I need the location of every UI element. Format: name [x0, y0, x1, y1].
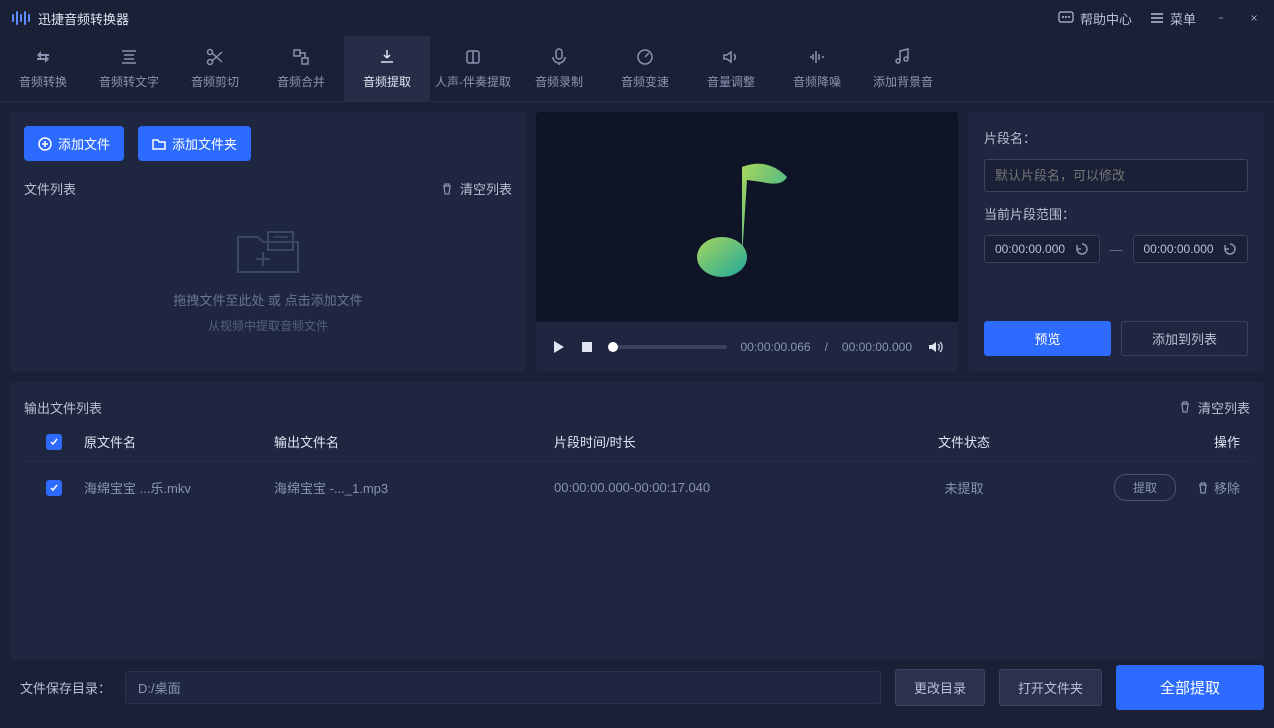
- preview-area: [536, 112, 958, 322]
- row-source-name: 海绵宝宝 ...乐.mkv: [84, 478, 274, 497]
- reset-icon[interactable]: [1223, 242, 1237, 256]
- menu-button[interactable]: 菜单: [1150, 9, 1196, 28]
- app-logo-icon: [12, 11, 30, 25]
- trash-icon: [1196, 481, 1210, 495]
- output-dir-input[interactable]: [125, 671, 881, 704]
- nav-volume-adjust[interactable]: 音量调整: [688, 36, 774, 102]
- hamburger-icon: [1150, 11, 1164, 25]
- scissors-icon: [205, 47, 225, 67]
- select-all-checkbox[interactable]: [46, 434, 62, 450]
- merge-icon: [291, 47, 311, 67]
- nav-audio-convert[interactable]: 音频转换: [0, 36, 86, 102]
- nav-add-bgm[interactable]: 添加背景音: [860, 36, 946, 102]
- open-folder-button[interactable]: 打开文件夹: [999, 669, 1102, 706]
- current-time: 00:00:00.066: [741, 340, 811, 354]
- range-end-input[interactable]: 00:00:00.000: [1133, 235, 1249, 263]
- nav-noise-reduce[interactable]: 音频降噪: [774, 36, 860, 102]
- clear-file-list-button[interactable]: 清空列表: [440, 179, 512, 198]
- row-segment-time: 00:00:00.000-00:00:17.040: [554, 480, 894, 495]
- plus-circle-icon: [38, 137, 52, 151]
- reset-icon[interactable]: [1075, 242, 1089, 256]
- row-extract-button[interactable]: 提取: [1114, 474, 1176, 501]
- file-dropzone[interactable]: 拖拽文件至此处 或 点击添加文件 从视频中提取音频文件: [24, 198, 512, 358]
- segment-name-label: 片段名：: [984, 128, 1248, 147]
- titlebar: 迅捷音频转换器 帮助中心 菜单: [0, 0, 1274, 36]
- nav-audio-speed[interactable]: 音频变速: [602, 36, 688, 102]
- add-file-button[interactable]: 添加文件: [24, 126, 124, 161]
- trash-icon: [1178, 400, 1192, 414]
- file-list-title: 文件列表: [24, 179, 76, 198]
- segment-panel: 片段名： 当前片段范围： 00:00:00.000 — 00:00:00.000…: [968, 112, 1264, 372]
- add-to-list-button[interactable]: 添加到列表: [1121, 321, 1248, 356]
- convert-icon: [33, 47, 53, 67]
- output-table-header: 原文件名 输出文件名 片段时间/时长 文件状态 操作: [24, 422, 1250, 462]
- dropzone-sub: 从视频中提取音频文件: [208, 317, 328, 334]
- nav-audio-extract[interactable]: 音频提取: [344, 36, 430, 102]
- footer: 文件保存目录： 更改目录 打开文件夹 全部提取: [0, 660, 1274, 714]
- app-title: 迅捷音频转换器: [38, 9, 129, 28]
- clear-output-button[interactable]: 清空列表: [1178, 398, 1250, 417]
- speed-icon: [635, 47, 655, 67]
- change-dir-button[interactable]: 更改目录: [895, 669, 985, 706]
- nav-audio-record[interactable]: 音频录制: [516, 36, 602, 102]
- noise-icon: [807, 47, 827, 67]
- segment-range-label: 当前片段范围：: [984, 204, 1248, 223]
- row-remove-button[interactable]: 移除: [1196, 478, 1240, 497]
- folder-add-icon: [228, 222, 308, 282]
- text-icon: [119, 47, 139, 67]
- file-list-panel: 添加文件 添加文件夹 文件列表 清空列表 拖拽文件至此处 或 点击添加文件 从视…: [10, 112, 526, 372]
- stop-button[interactable]: [580, 340, 594, 354]
- dropzone-hint: 拖拽文件至此处 或 点击添加文件: [173, 290, 362, 309]
- chat-icon: [1058, 10, 1074, 26]
- play-button[interactable]: [550, 339, 566, 355]
- row-output-name: 海绵宝宝 -..._1.mp3: [274, 478, 554, 497]
- volume-button[interactable]: [926, 338, 944, 356]
- nav-audio-cut[interactable]: 音频剪切: [172, 36, 258, 102]
- row-status: 未提取: [894, 478, 1034, 497]
- output-table-row: 海绵宝宝 ...乐.mkv 海绵宝宝 -..._1.mp3 00:00:00.0…: [24, 462, 1250, 513]
- output-list-title: 输出文件列表: [24, 398, 102, 417]
- output-dir-label: 文件保存目录：: [20, 678, 111, 697]
- nav-vocal-separate[interactable]: 人声-伴奏提取: [430, 36, 516, 102]
- nav-audio-to-text[interactable]: 音频转文字: [86, 36, 172, 102]
- progress-slider[interactable]: [608, 345, 727, 349]
- vocal-icon: [463, 47, 483, 67]
- help-center-button[interactable]: 帮助中心: [1058, 9, 1132, 28]
- output-list-panel: 输出文件列表 清空列表 原文件名 输出文件名 片段时间/时长 文件状态 操作 海…: [10, 382, 1264, 660]
- segment-name-input[interactable]: [984, 159, 1248, 192]
- folder-icon: [152, 137, 166, 151]
- music-note-icon: [692, 152, 802, 282]
- trash-icon: [440, 182, 454, 196]
- extract-icon: [377, 47, 397, 67]
- add-folder-button[interactable]: 添加文件夹: [138, 126, 251, 161]
- volume-icon: [721, 47, 741, 67]
- close-button[interactable]: [1246, 10, 1262, 26]
- range-start-input[interactable]: 00:00:00.000: [984, 235, 1100, 263]
- nav-audio-merge[interactable]: 音频合并: [258, 36, 344, 102]
- preview-panel: 00:00:00.066 / 00:00:00.000: [536, 112, 958, 372]
- minimize-button[interactable]: [1214, 11, 1228, 25]
- row-checkbox[interactable]: [46, 480, 62, 496]
- mic-icon: [549, 47, 569, 67]
- extract-all-button[interactable]: 全部提取: [1116, 665, 1264, 710]
- total-time: 00:00:00.000: [842, 340, 912, 354]
- bgm-icon: [893, 47, 913, 67]
- preview-button[interactable]: 预览: [984, 321, 1111, 356]
- nav-tabs: 音频转换 音频转文字 音频剪切 音频合并 音频提取 人声-伴奏提取 音频录制 音…: [0, 36, 1274, 102]
